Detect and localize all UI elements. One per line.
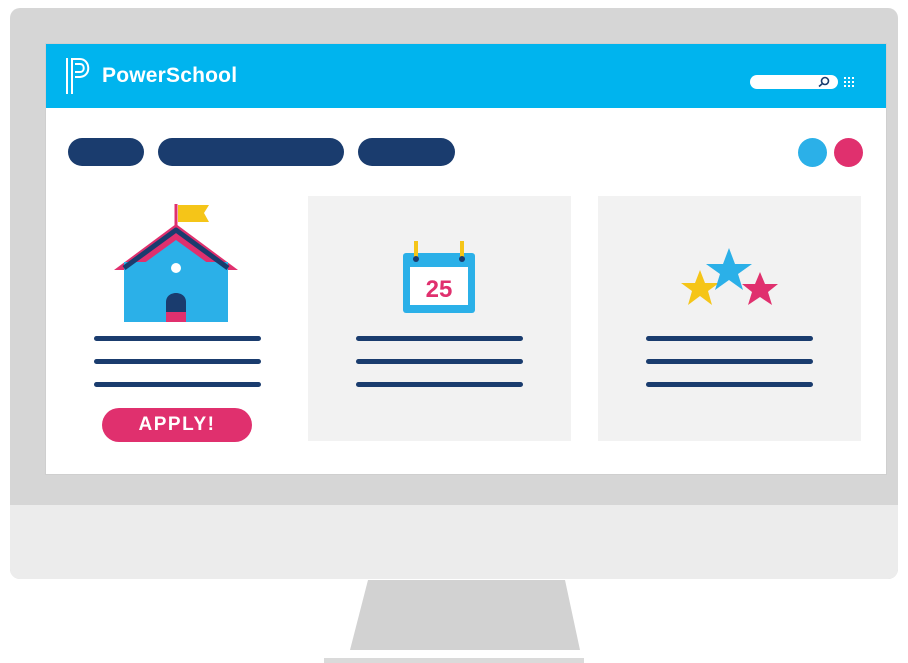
text-placeholder-line (94, 359, 261, 364)
monitor-stand (324, 580, 584, 663)
app-screen: PowerSchool APPLY! 25 (45, 43, 887, 475)
status-dot-pink[interactable] (834, 138, 863, 167)
text-placeholder-line (94, 382, 261, 387)
search-icon[interactable] (816, 76, 830, 88)
top-bar: PowerSchool (46, 44, 886, 108)
nav-tab-2[interactable] (158, 138, 344, 166)
text-placeholder-line (646, 336, 813, 341)
stars-icon (681, 248, 778, 305)
brand-name[interactable]: PowerSchool (102, 64, 237, 88)
calendar-icon: 25 (403, 241, 475, 313)
monitor-chin (10, 505, 898, 579)
powerschool-logo-icon[interactable] (64, 56, 96, 96)
card-calendar[interactable]: 25 (308, 196, 571, 441)
apply-button[interactable]: APPLY! (102, 408, 252, 442)
nav-tab-3[interactable] (358, 138, 455, 166)
card-stars[interactable] (598, 196, 861, 441)
text-placeholder-line (356, 359, 523, 364)
text-placeholder-line (646, 382, 813, 387)
schoolhouse-icon (114, 204, 238, 322)
grid-icon[interactable] (844, 77, 854, 87)
status-dot-blue[interactable] (798, 138, 827, 167)
text-placeholder-line (356, 382, 523, 387)
calendar-day: 25 (426, 276, 453, 303)
text-placeholder-line (356, 336, 523, 341)
text-placeholder-line (94, 336, 261, 341)
text-placeholder-line (646, 359, 813, 364)
nav-tab-1[interactable] (68, 138, 144, 166)
